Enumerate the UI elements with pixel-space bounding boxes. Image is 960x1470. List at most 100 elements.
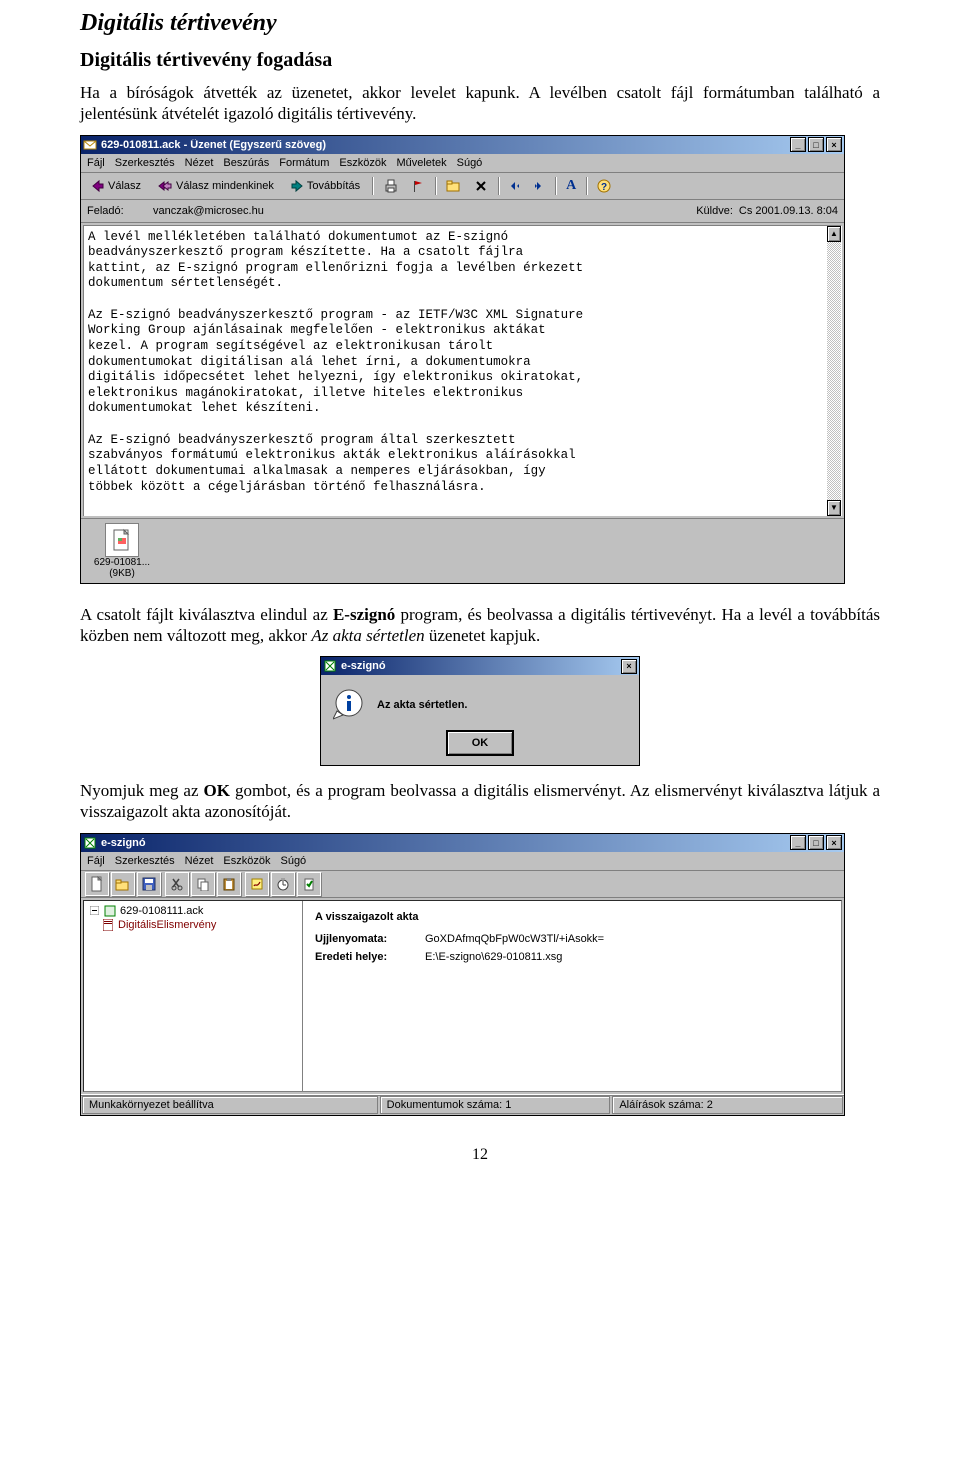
eszigno-menubar: Fájl Szerkesztés Nézet Eszközök Súgó [81, 852, 844, 871]
sent-label: Küldve: [696, 205, 733, 217]
reply-button[interactable]: Válasz [85, 175, 147, 197]
eszigno-titlebar: e-szignó _ □ × [81, 834, 844, 852]
scroll-up-icon[interactable]: ▲ [827, 226, 841, 242]
tree-root-label: 629-0108111.ack [120, 905, 203, 917]
minimize-button[interactable]: _ [790, 137, 806, 152]
eszigno-menu-file[interactable]: Fájl [87, 855, 105, 867]
paragraph-3: Nyomjuk meg az OK gombot, és a program b… [80, 780, 880, 823]
forward-button[interactable]: Továbbítás [284, 175, 366, 197]
app-icon [323, 659, 337, 673]
menu-tools[interactable]: Eszközök [339, 157, 386, 169]
new-icon[interactable] [85, 872, 109, 896]
verify-icon[interactable] [297, 872, 321, 896]
sent-value: Cs 2001.09.13. 8:04 [739, 205, 838, 217]
eszigno-maximize-button[interactable]: □ [808, 835, 824, 850]
ok-button[interactable]: OK [447, 731, 513, 755]
msgbox-text: Az akta sértetlen. [377, 699, 467, 711]
fingerprint-label: Ujjlenyomata: [315, 933, 415, 945]
from-row: Feladó: vanczak@microsec.hu Küldve: Cs 2… [81, 200, 844, 223]
reply-label: Válasz [108, 180, 141, 192]
menu-view[interactable]: Nézet [185, 157, 214, 169]
msgbox-title: e-szignó [341, 660, 621, 672]
print-icon[interactable] [379, 175, 403, 197]
eszigno-menu-view[interactable]: Nézet [185, 855, 214, 867]
eszigno-statusbar: Munkakörnyezet beállítva Dokumentumok sz… [81, 1094, 844, 1115]
doc-icon [102, 919, 114, 931]
status-sig-count: Aláírások száma: 2 [612, 1096, 843, 1114]
forward-label: Továbbítás [307, 180, 360, 192]
info-icon [333, 689, 365, 721]
minus-icon[interactable] [88, 905, 100, 917]
reply-all-button[interactable]: Válasz mindenkinek [151, 175, 280, 197]
eszigno-menu-help[interactable]: Súgó [280, 855, 306, 867]
mail-icon [83, 138, 97, 152]
email-toolbar: Válasz Válasz mindenkinek Továbbítás [81, 173, 844, 200]
attachment-name: 629-01081... [94, 557, 150, 568]
previous-icon[interactable] [505, 175, 525, 197]
msgbox-close-button[interactable]: × [621, 659, 637, 674]
maximize-button[interactable]: □ [808, 137, 824, 152]
message-box: e-szignó × Az akta sértetlen. OK [320, 656, 640, 766]
page-number: 12 [80, 1146, 880, 1164]
attachment-row: 629-01081... (9KB) [81, 518, 844, 583]
eszigno-window: e-szignó _ □ × Fájl Szerkesztés Nézet Es… [80, 833, 845, 1116]
attachment-file-icon [105, 523, 139, 557]
heading-2: Digitális tértivevény fogadása [80, 49, 880, 72]
timestamp-icon[interactable] [271, 872, 295, 896]
tree-child-label: DigitálisElismervény [118, 919, 216, 931]
detail-pane: A visszaigazolt akta Ujjlenyomata: GoXDA… [303, 901, 841, 1091]
help-icon[interactable]: ? [593, 175, 615, 197]
next-icon[interactable] [529, 175, 549, 197]
eszigno-menu-edit[interactable]: Szerkesztés [115, 855, 175, 867]
open-icon[interactable] [111, 872, 135, 896]
tree-child-node[interactable]: DigitálisElismervény [102, 919, 298, 931]
msgbox-titlebar: e-szignó × [321, 657, 639, 675]
original-path-row: Eredeti helye: E:\E-szigno\629-010811.xs… [315, 951, 829, 963]
eszigno-title: e-szignó [101, 837, 790, 849]
menu-help[interactable]: Súgó [457, 157, 483, 169]
detail-title: A visszaigazolt akta [315, 911, 829, 923]
eszigno-toolbar [81, 871, 844, 898]
eszigno-minimize-button[interactable]: _ [790, 835, 806, 850]
paragraph-2: A csatolt fájlt kiválasztva elindul az E… [80, 604, 880, 647]
attachment-item[interactable]: 629-01081... (9KB) [87, 523, 157, 579]
paragraph-1: Ha a bíróságok átvették az üzenetet, akk… [80, 82, 880, 125]
menu-actions[interactable]: Műveletek [396, 157, 446, 169]
menu-format[interactable]: Formátum [279, 157, 329, 169]
vertical-scrollbar[interactable]: ▲ ▼ [827, 226, 841, 516]
email-body-area: A levél mellékletében található dokument… [83, 225, 842, 516]
flag-icon[interactable] [407, 175, 429, 197]
scroll-down-icon[interactable]: ▼ [827, 500, 841, 516]
tree-pane[interactable]: 629-0108111.ack DigitálisElismervény [84, 901, 303, 1091]
delete-icon[interactable] [470, 175, 492, 197]
status-workspace: Munkakörnyezet beállítva [82, 1096, 378, 1114]
menu-file[interactable]: Fájl [87, 157, 105, 169]
from-value: vanczak@microsec.hu [153, 205, 690, 217]
eszigno-close-button[interactable]: × [826, 835, 842, 850]
attachment-size: (9KB) [109, 568, 135, 579]
font-icon[interactable]: A [562, 175, 580, 197]
email-titlebar: 629-010811.ack - Üzenet (Egyszerű szöveg… [81, 136, 844, 154]
email-body-text: A levél mellékletében található dokument… [84, 226, 841, 500]
close-button[interactable]: × [826, 137, 842, 152]
sign-icon[interactable] [245, 872, 269, 896]
reply-all-label: Válasz mindenkinek [176, 180, 274, 192]
status-doc-count: Dokumentumok száma: 1 [380, 1096, 611, 1114]
menu-insert[interactable]: Beszúrás [223, 157, 269, 169]
eszigno-app-icon [83, 836, 97, 850]
copy-icon[interactable] [191, 872, 215, 896]
fingerprint-value: GoXDAfmqQbFpW0cW3Tl/+iAsokk= [425, 933, 604, 945]
move-to-folder-icon[interactable] [442, 175, 466, 197]
save-icon[interactable] [137, 872, 161, 896]
tree-root-node[interactable]: 629-0108111.ack [88, 905, 298, 917]
ack-file-icon [104, 905, 116, 917]
paste-icon[interactable] [217, 872, 241, 896]
menu-edit[interactable]: Szerkesztés [115, 157, 175, 169]
svg-text:?: ? [601, 182, 607, 193]
original-path-label: Eredeti helye: [315, 951, 415, 963]
cut-icon[interactable] [165, 872, 189, 896]
email-window: 629-010811.ack - Üzenet (Egyszerű szöveg… [80, 135, 845, 584]
eszigno-body: 629-0108111.ack DigitálisElismervény A v… [83, 900, 842, 1092]
from-label: Feladó: [87, 205, 147, 217]
eszigno-menu-tools[interactable]: Eszközök [223, 855, 270, 867]
